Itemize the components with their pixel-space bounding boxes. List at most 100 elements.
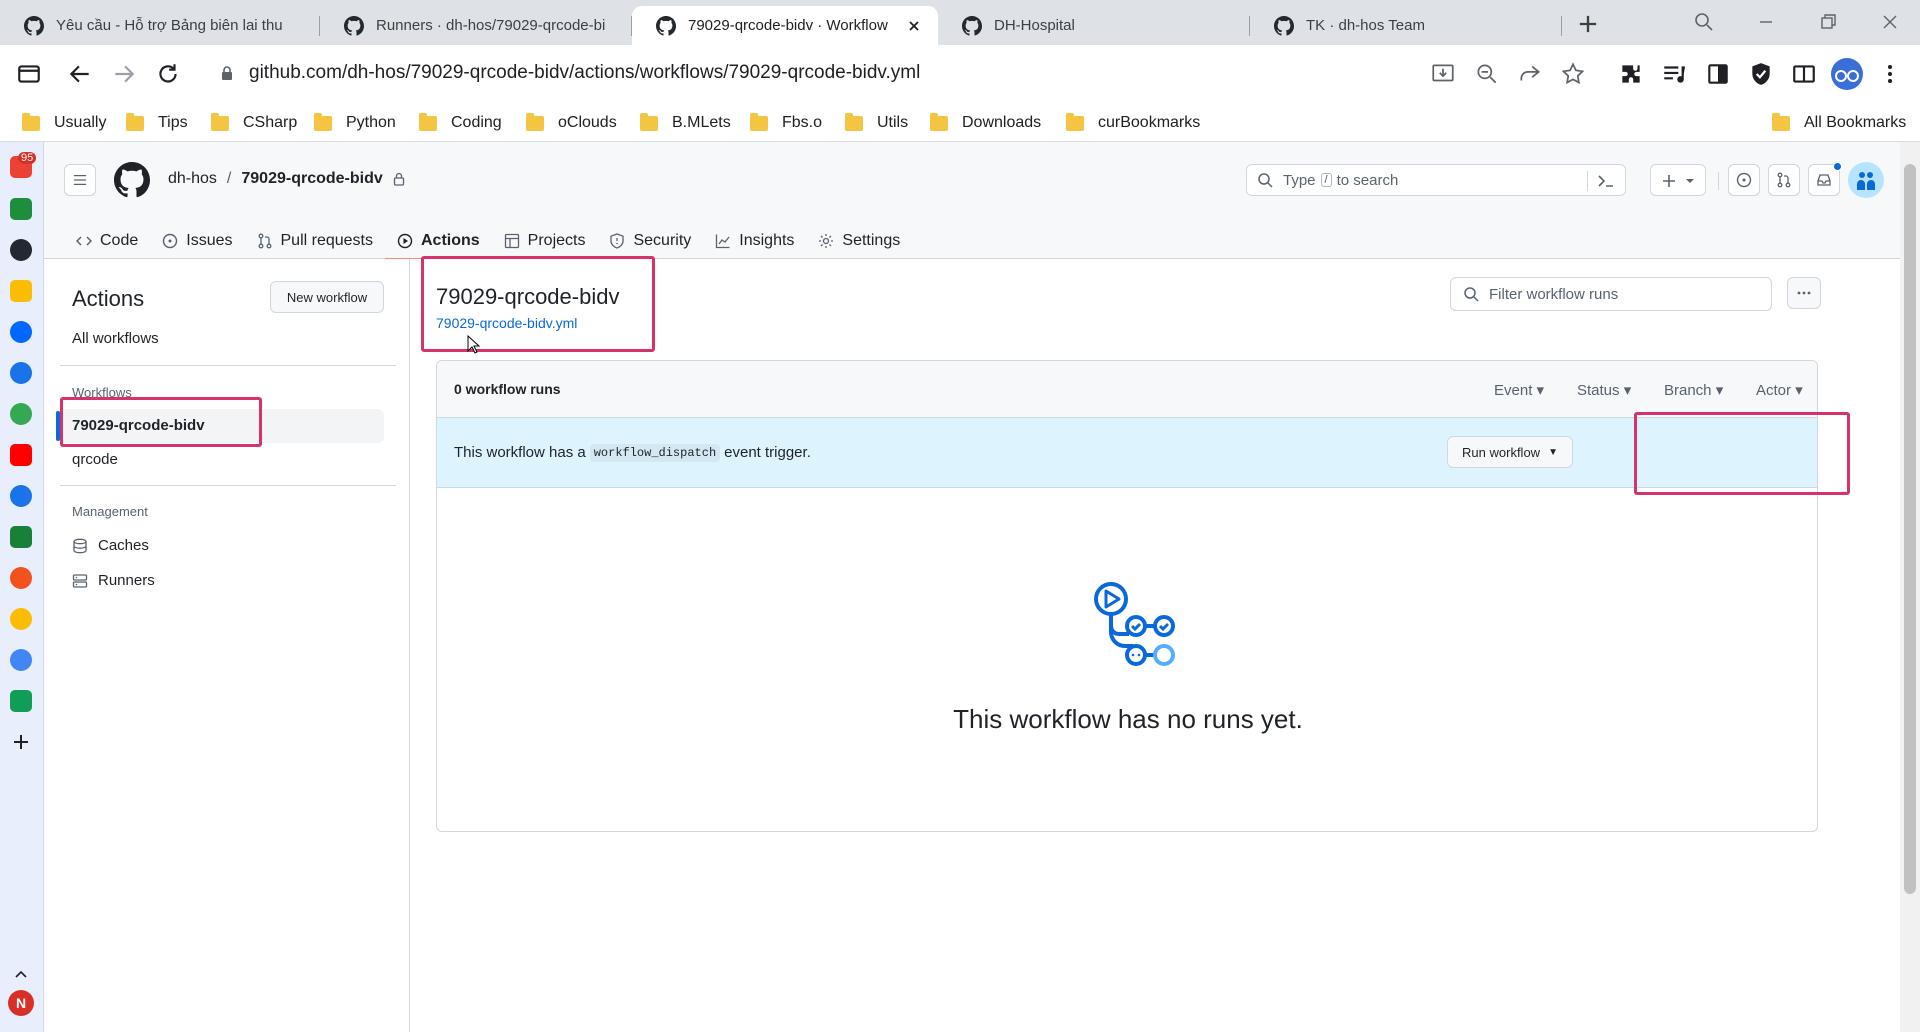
browser-tab-bar: Yêu cầu - Hỗ trợ Bảng biên lai thu Runne… bbox=[0, 0, 1920, 45]
browser-tab[interactable]: DH-Hospital bbox=[938, 6, 1250, 45]
pull-requests-button[interactable] bbox=[1768, 164, 1800, 196]
tab-search-icon[interactable] bbox=[16, 61, 42, 87]
search-tabs-icon[interactable] bbox=[1692, 10, 1716, 34]
inbox-button[interactable] bbox=[1808, 162, 1842, 196]
management-header: Management bbox=[72, 504, 148, 519]
address-bar[interactable]: github.com/dh-hos/79029-qrcode-bidv/acti… bbox=[205, 53, 1385, 93]
actor-filter[interactable]: Actor ▾ bbox=[1756, 381, 1803, 399]
app-icon[interactable] bbox=[10, 690, 32, 712]
close-window-icon[interactable] bbox=[1878, 10, 1902, 34]
extensions-icon[interactable] bbox=[1618, 61, 1644, 87]
tab-settings[interactable]: Settings bbox=[806, 222, 912, 259]
app-icon[interactable] bbox=[10, 608, 32, 630]
bookmark-folder[interactable]: oClouds bbox=[526, 110, 617, 136]
owner-link[interactable]: dh-hos bbox=[168, 170, 217, 188]
issues-button[interactable] bbox=[1728, 164, 1760, 196]
back-icon[interactable] bbox=[67, 61, 93, 87]
filter-runs-input[interactable]: Filter workflow runs bbox=[1450, 277, 1772, 311]
zoom-icon[interactable] bbox=[1474, 61, 1500, 87]
plus-icon bbox=[1663, 175, 1675, 187]
sidebar-item-caches[interactable]: Caches bbox=[72, 537, 149, 554]
hamburger-icon bbox=[73, 174, 87, 186]
split-view-icon[interactable] bbox=[1791, 61, 1817, 87]
lock-icon[interactable] bbox=[219, 65, 235, 81]
tab-insights[interactable]: Insights bbox=[703, 222, 806, 259]
page-scrollbar[interactable] bbox=[1900, 142, 1920, 1032]
browser-tab-active[interactable]: 79029-qrcode-bidv · Workflow bbox=[632, 6, 938, 45]
zalo-icon[interactable] bbox=[10, 321, 32, 343]
youtube-icon[interactable] bbox=[10, 444, 32, 466]
bookmark-folder[interactable]: B.MLets bbox=[640, 110, 731, 136]
keep-icon[interactable] bbox=[10, 280, 32, 302]
contacts-icon[interactable] bbox=[10, 485, 32, 507]
menu-dots-icon[interactable] bbox=[1880, 61, 1900, 87]
app-icon[interactable] bbox=[10, 567, 32, 589]
tab-security[interactable]: Security bbox=[597, 222, 703, 259]
close-icon[interactable] bbox=[906, 18, 922, 34]
media-icon[interactable] bbox=[1661, 61, 1687, 87]
bookmark-folder[interactable]: CSharp bbox=[211, 110, 297, 136]
bookmark-folder[interactable]: Tips bbox=[126, 110, 188, 136]
event-filter[interactable]: Event ▾ bbox=[1494, 381, 1544, 399]
add-icon[interactable] bbox=[11, 732, 31, 752]
tab-actions[interactable]: Actions bbox=[385, 222, 492, 260]
app-icon[interactable] bbox=[10, 362, 32, 384]
create-new-button[interactable] bbox=[1650, 164, 1706, 196]
status-filter[interactable]: Status ▾ bbox=[1577, 381, 1631, 399]
sidebar-item-runners[interactable]: Runners bbox=[72, 572, 155, 589]
new-tab-icon[interactable] bbox=[1574, 10, 1602, 38]
forward-icon[interactable] bbox=[111, 61, 137, 87]
browser-tab[interactable]: Yêu cầu - Hỗ trợ Bảng biên lai thu bbox=[0, 6, 320, 45]
shield-icon[interactable] bbox=[1748, 61, 1774, 87]
all-bookmarks[interactable]: All Bookmarks bbox=[1772, 110, 1906, 136]
browser-tab[interactable]: Runners · dh-hos/79029-qrcode-bi bbox=[320, 6, 632, 45]
gear-icon bbox=[819, 233, 834, 248]
minimize-icon[interactable] bbox=[1754, 10, 1778, 34]
side-panel-icon[interactable] bbox=[1705, 61, 1731, 87]
notification-dot bbox=[1833, 162, 1842, 171]
chevron-up-icon[interactable] bbox=[12, 968, 30, 980]
tab-projects[interactable]: Projects bbox=[492, 222, 598, 259]
bookmark-folder[interactable]: curBookmarks bbox=[1066, 110, 1200, 136]
tab-pull-requests[interactable]: Pull requests bbox=[245, 222, 386, 259]
install-app-icon[interactable] bbox=[1430, 61, 1456, 87]
user-avatar[interactable] bbox=[1848, 162, 1884, 198]
search-input[interactable]: Type / to search bbox=[1246, 164, 1626, 196]
sidebar-item-workflow-qrcode[interactable]: qrcode bbox=[72, 451, 118, 468]
command-palette-icon[interactable] bbox=[1597, 173, 1615, 189]
bookmark-folder[interactable]: Python bbox=[314, 110, 396, 136]
reload-icon[interactable] bbox=[155, 61, 181, 87]
bookmark-folder[interactable]: Utils bbox=[845, 110, 908, 136]
new-workflow-button[interactable]: New workflow bbox=[270, 281, 384, 313]
repo-link[interactable]: 79029-qrcode-bidv bbox=[241, 170, 382, 188]
tab-title: 79029-qrcode-bidv · Workflow bbox=[688, 17, 888, 34]
branch-filter[interactable]: Branch ▾ bbox=[1664, 381, 1723, 399]
run-workflow-button[interactable]: Run workflow ▼ bbox=[1447, 436, 1573, 468]
app-icon[interactable] bbox=[10, 526, 32, 548]
sidebar-item-all-workflows[interactable]: All workflows bbox=[72, 330, 159, 347]
runs-count: 0 workflow runs bbox=[454, 381, 561, 397]
tab-issues[interactable]: Issues bbox=[150, 222, 244, 259]
sidebar-item-workflow-79029-qrcode-bidv[interactable]: 79029-qrcode-bidv bbox=[72, 417, 205, 434]
github-rail-icon[interactable] bbox=[10, 239, 32, 261]
share-icon[interactable] bbox=[1517, 61, 1543, 87]
app-icon[interactable] bbox=[10, 649, 32, 671]
bookmark-folder[interactable]: Downloads bbox=[930, 110, 1041, 136]
app-icon[interactable] bbox=[10, 403, 32, 425]
bookmark-folder[interactable]: Fbs.o bbox=[750, 110, 822, 136]
profile-avatar[interactable] bbox=[1831, 58, 1863, 90]
bookmark-folder[interactable]: Coding bbox=[419, 110, 502, 136]
bookmark-star-icon[interactable] bbox=[1560, 61, 1586, 87]
browser-tab[interactable]: TK · dh-hos Team bbox=[1250, 6, 1562, 45]
tab-code[interactable]: Code bbox=[64, 222, 150, 259]
menu-button[interactable] bbox=[64, 164, 96, 196]
sheets-icon[interactable] bbox=[10, 198, 32, 220]
bookmark-folder[interactable]: Usually bbox=[22, 110, 106, 136]
user-avatar[interactable]: N bbox=[8, 990, 34, 1016]
github-logo-icon[interactable] bbox=[114, 162, 150, 198]
workflow-file-link[interactable]: 79029-qrcode-bidv.yml bbox=[436, 315, 577, 331]
restore-icon[interactable] bbox=[1816, 10, 1840, 34]
tab-label: Security bbox=[633, 231, 692, 249]
more-options-button[interactable] bbox=[1787, 277, 1821, 309]
scrollbar-thumb[interactable] bbox=[1904, 164, 1916, 894]
